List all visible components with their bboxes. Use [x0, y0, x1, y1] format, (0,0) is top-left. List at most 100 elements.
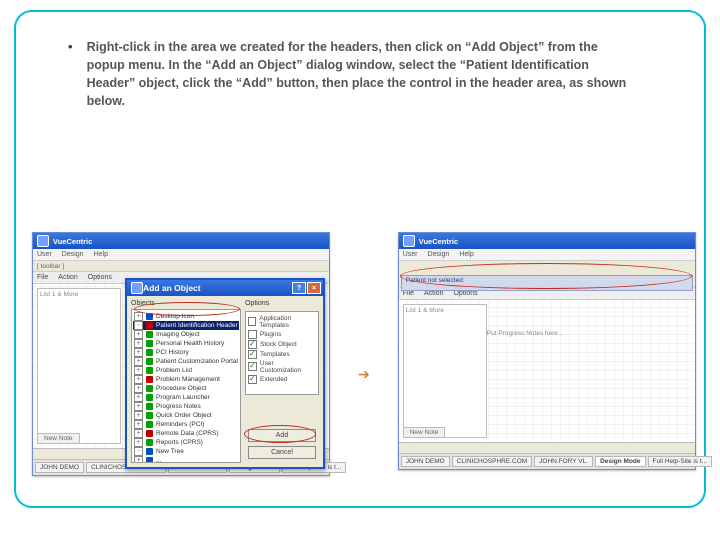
tab-design-mode[interactable]: Design Mode	[595, 456, 645, 467]
tree-item[interactable]: +Personal Health History	[133, 339, 239, 348]
tree-item-label: Patient Identification Header	[156, 322, 238, 329]
expand-icon[interactable]: -	[134, 321, 143, 330]
menu-help[interactable]: Help	[94, 251, 108, 258]
new-note-button[interactable]: New Note	[403, 427, 446, 438]
cancel-button[interactable]: Cancel	[248, 446, 316, 459]
screenshot-row: VueCentric User Design Help [ toolbar ] …	[32, 232, 688, 476]
objects-tree[interactable]: +Desktop Icon-Patient Identification Hea…	[131, 309, 241, 463]
toolbar-file[interactable]: File	[403, 290, 414, 297]
tree-item[interactable]: +...	[133, 456, 239, 463]
tree-item[interactable]: +Progress Notes	[133, 402, 239, 411]
new-note-button[interactable]: New Note	[37, 433, 80, 444]
dialog-buttons: Add Cancel	[245, 429, 319, 459]
tree-item[interactable]: +Remote Data (CPRS)	[133, 429, 239, 438]
option-row[interactable]: Plugins	[248, 329, 316, 339]
tree-item[interactable]: +Program Launcher	[133, 393, 239, 402]
tree-item-label: Imaging Object	[156, 331, 200, 338]
header-area[interactable]: Patient not selected	[399, 261, 695, 288]
design-canvas[interactable]: List 1 & More Add an Object ? × Objects	[33, 284, 329, 448]
side-panel-note: List 1 & More	[40, 291, 78, 298]
screenshot-right: VueCentric User Design Help Patient not …	[398, 232, 696, 470]
option-row[interactable]: User Customization	[248, 359, 316, 374]
window-title-bar: VueCentric	[33, 233, 329, 249]
tree-item[interactable]: - Patient Identification Header	[133, 321, 239, 330]
tree-item-label: Patient Customization Portal	[156, 358, 238, 365]
checkbox-icon[interactable]	[248, 317, 256, 326]
tree-item[interactable]: +PCI History	[133, 348, 239, 357]
options-heading: Options	[245, 300, 319, 307]
tree-item[interactable]: +Procedure Object	[133, 384, 239, 393]
expand-icon[interactable]: -	[134, 447, 143, 456]
toolbar-file[interactable]: File	[37, 274, 48, 281]
option-row[interactable]: Stock Object	[248, 339, 316, 349]
tree-node-icon	[146, 313, 153, 320]
expand-icon[interactable]: +	[134, 429, 143, 438]
close-icon[interactable]: ×	[307, 282, 321, 294]
checkbox-icon[interactable]	[248, 362, 257, 371]
tree-item[interactable]: +Reminders (PCI)	[133, 420, 239, 429]
expand-icon[interactable]: +	[134, 375, 143, 384]
expand-icon[interactable]: +	[134, 366, 143, 375]
tree-node-icon	[146, 331, 153, 338]
bullet-dot: •	[68, 38, 73, 110]
expand-icon[interactable]: +	[134, 357, 143, 366]
toolbar-action[interactable]: Action	[424, 290, 443, 297]
tree-node-icon	[146, 421, 153, 428]
tree-item[interactable]: + Problem Management	[133, 375, 239, 384]
tree-item[interactable]: +Quick Order Object	[133, 411, 239, 420]
toolbar-options[interactable]: Options	[88, 274, 112, 281]
tree-item[interactable]: + Patient Customization Portal	[133, 357, 239, 366]
design-canvas[interactable]: List 1 & More Put Progress Notes here...…	[399, 300, 695, 442]
checkbox-icon[interactable]	[248, 340, 257, 349]
side-panel-note: List 1 & More	[406, 307, 444, 314]
expand-icon[interactable]: +	[134, 420, 143, 429]
patient-id-header[interactable]: Patient not selected	[401, 275, 693, 291]
help-icon[interactable]: ?	[292, 282, 306, 294]
expand-icon[interactable]: +	[134, 456, 143, 463]
toolbar-strip: [ toolbar ]	[33, 261, 329, 272]
tab-user[interactable]: JOHN.FORY VL.	[534, 456, 593, 467]
expand-icon[interactable]: +	[134, 411, 143, 420]
expand-icon[interactable]: +	[134, 393, 143, 402]
menu-user[interactable]: User	[37, 251, 52, 258]
checkbox-icon[interactable]	[248, 330, 257, 339]
tree-item[interactable]: +Reports (CPRS)	[133, 438, 239, 447]
tree-item[interactable]: +Desktop Icon	[133, 312, 239, 321]
slide-frame: • Right-click in the area we created for…	[14, 10, 706, 508]
window-title: VueCentric	[419, 237, 458, 246]
expand-icon[interactable]: +	[134, 384, 143, 393]
option-row[interactable]: Templates	[248, 349, 316, 359]
tree-item-label: Problem Management	[156, 376, 220, 383]
option-label: Application Templates	[259, 315, 316, 329]
expand-icon[interactable]: +	[134, 312, 143, 321]
menu-design[interactable]: Design	[62, 251, 84, 258]
expand-icon[interactable]: +	[134, 402, 143, 411]
status-bar	[399, 442, 695, 453]
toolbar-options[interactable]: Options	[453, 290, 477, 297]
checkbox-icon[interactable]	[248, 375, 257, 384]
tab-help[interactable]: Full Help-Site is t...	[648, 456, 713, 467]
checkbox-icon[interactable]	[248, 350, 257, 359]
main-menu: User Design Help	[399, 249, 695, 261]
tree-item[interactable]: + Imaging Object	[133, 330, 239, 339]
dialog-title: Add an Object	[143, 283, 201, 293]
option-row[interactable]: Application Templates	[248, 314, 316, 329]
arrow-icon: ➔	[358, 366, 370, 383]
expand-icon[interactable]: +	[134, 438, 143, 447]
expand-icon[interactable]: +	[134, 339, 143, 348]
screenshot-left: VueCentric User Design Help [ toolbar ] …	[32, 232, 330, 476]
option-row[interactable]: Extended	[248, 374, 316, 384]
expand-icon[interactable]: +	[134, 330, 143, 339]
add-button[interactable]: Add	[248, 429, 316, 442]
tab-host[interactable]: CLINICHOSPHRE.COM	[452, 456, 532, 467]
menu-help[interactable]: Help	[459, 251, 473, 258]
tab-demo[interactable]: JOHN DEMO	[35, 462, 84, 473]
app-icon	[403, 235, 415, 247]
tree-item[interactable]: +Problem List	[133, 366, 239, 375]
tab-demo[interactable]: JOHN DEMO	[401, 456, 450, 467]
menu-design[interactable]: Design	[428, 251, 450, 258]
toolbar-action[interactable]: Action	[58, 274, 77, 281]
tree-item[interactable]: -New Tree	[133, 447, 239, 456]
expand-icon[interactable]: +	[134, 348, 143, 357]
menu-user[interactable]: User	[403, 251, 418, 258]
